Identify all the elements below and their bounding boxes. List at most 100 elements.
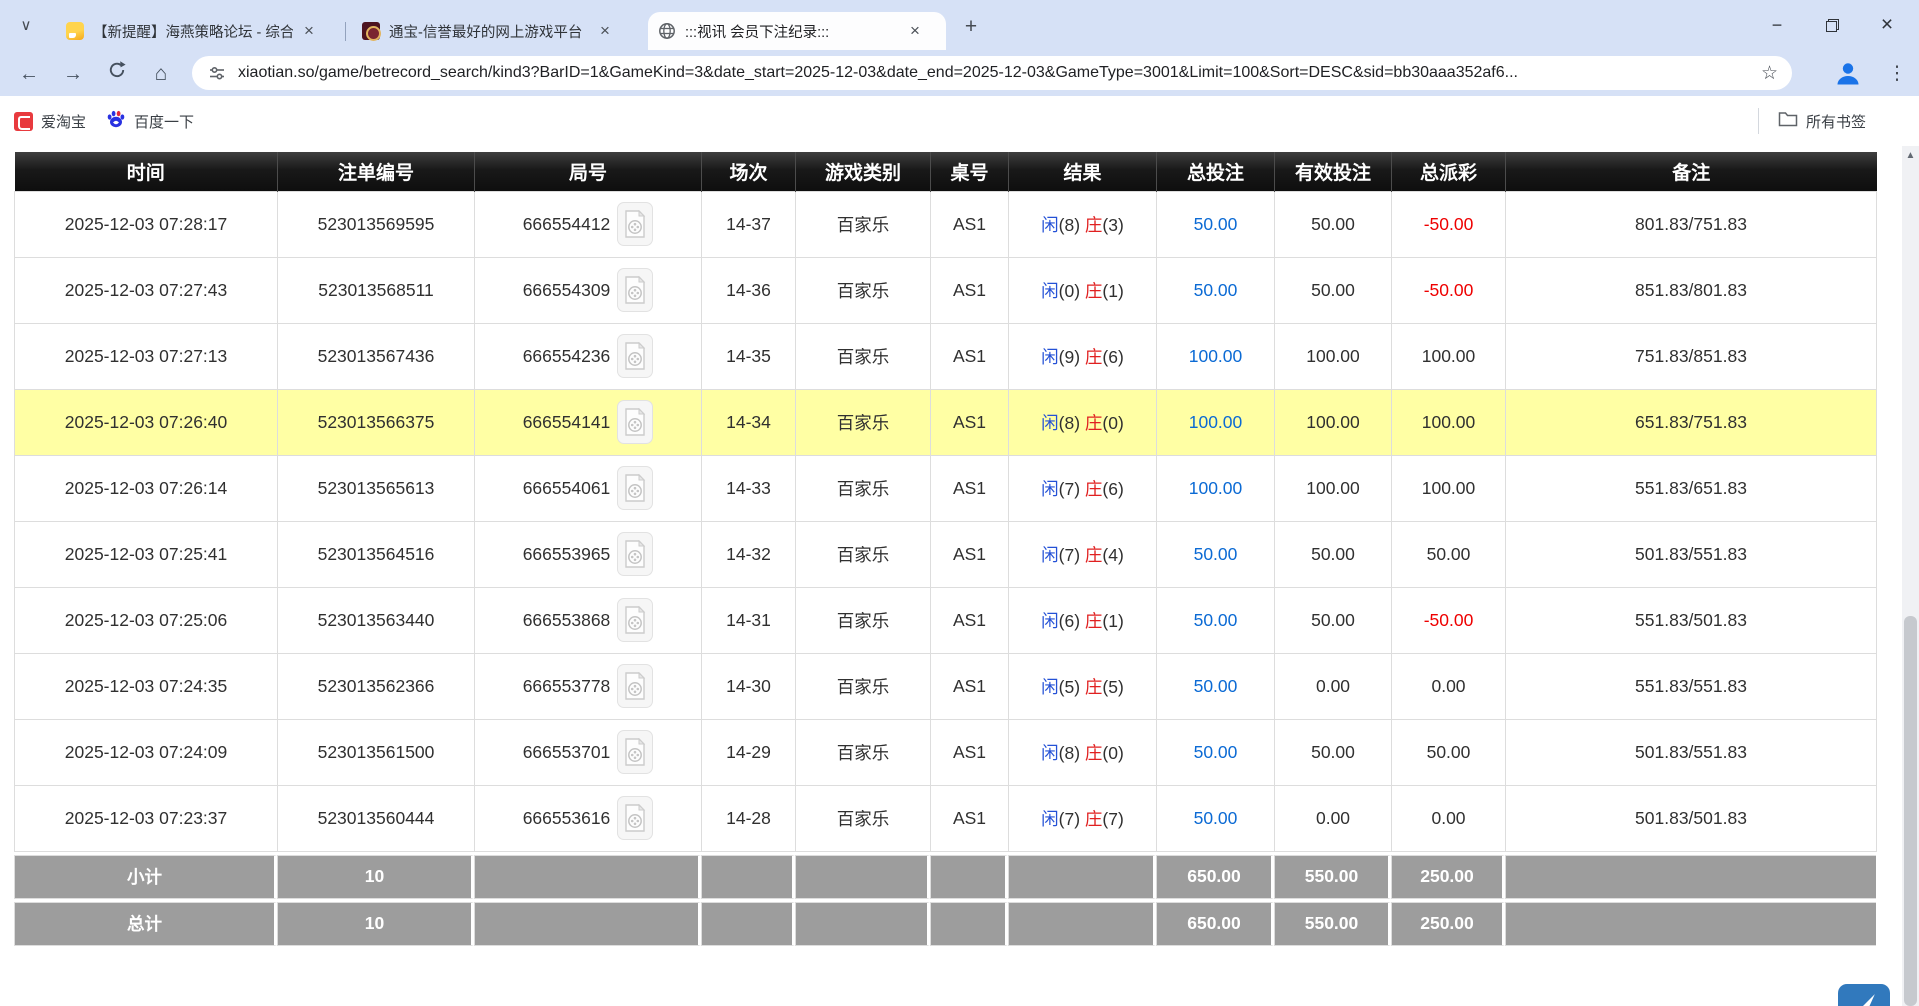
- video-replay-button[interactable]: [617, 730, 653, 774]
- video-replay-button[interactable]: [617, 466, 653, 510]
- video-replay-button[interactable]: [617, 268, 653, 312]
- tab-close-icon[interactable]: ×: [595, 21, 615, 41]
- round-number: 666553965: [523, 544, 611, 565]
- video-replay-button[interactable]: [617, 202, 653, 246]
- cell-round: 666554061: [475, 455, 702, 521]
- film-document-icon: [624, 804, 646, 832]
- cell-valid-bet: 50.00: [1275, 257, 1392, 323]
- video-replay-button[interactable]: [617, 532, 653, 576]
- banker-label: 庄: [1085, 281, 1103, 301]
- summary-cell: 10: [277, 902, 474, 946]
- summary-cell: [1505, 902, 1876, 946]
- video-replay-button[interactable]: [617, 400, 653, 444]
- bookmark-star-icon[interactable]: ☆: [1761, 62, 1778, 85]
- tab-forum[interactable]: 【新提醒】海燕策略论坛 - 综合 ×: [56, 12, 342, 50]
- cell-game-type: 百家乐: [796, 521, 931, 587]
- address-bar[interactable]: xiaotian.so/game/betrecord_search/kind3?…: [192, 56, 1792, 90]
- video-replay-button[interactable]: [617, 334, 653, 378]
- cell-valid-bet: 0.00: [1275, 785, 1392, 851]
- cell-total-bet: 50.00: [1157, 719, 1275, 785]
- video-replay-button[interactable]: [617, 664, 653, 708]
- page-scrollbar[interactable]: ▲: [1902, 146, 1919, 1006]
- bookmark-taobao[interactable]: 爱淘宝: [14, 107, 86, 135]
- tab-close-icon[interactable]: ×: [299, 21, 319, 41]
- player-label: 闲: [1041, 413, 1059, 433]
- cell-time: 2025-12-03 07:24:35: [15, 653, 278, 719]
- tab-tongbao[interactable]: 通宝-信誉最好的网上游戏平台 ×: [352, 12, 634, 50]
- cell-session: 14-34: [702, 389, 796, 455]
- reload-icon: [107, 60, 127, 80]
- scrollbar-thumb[interactable]: [1904, 616, 1917, 1006]
- cell-round: 666554236: [475, 323, 702, 389]
- cell-payout: 0.00: [1392, 785, 1506, 851]
- cell-time: 2025-12-03 07:26:40: [15, 389, 278, 455]
- cell-time: 2025-12-03 07:25:06: [15, 587, 278, 653]
- column-header: 场次: [702, 152, 796, 191]
- banker-label: 庄: [1085, 413, 1103, 433]
- site-settings-icon[interactable]: [208, 64, 226, 82]
- cell-time: 2025-12-03 07:24:09: [15, 719, 278, 785]
- bookmark-baidu[interactable]: 百度一下: [106, 107, 194, 135]
- player-label: 闲: [1041, 545, 1059, 565]
- tab-close-icon[interactable]: ×: [905, 21, 925, 41]
- summary-cell: [1008, 855, 1156, 899]
- film-document-icon: [624, 210, 646, 238]
- window-close-button[interactable]: ×: [1864, 0, 1910, 50]
- film-document-icon: [624, 474, 646, 502]
- table-row[interactable]: 2025-12-03 07:27:13523013567436666554236…: [15, 323, 1877, 389]
- cell-bet-id: 523013567436: [278, 323, 475, 389]
- tab-bet-records-active[interactable]: :::视讯 会员下注纪录::: ×: [648, 12, 946, 50]
- back-button[interactable]: ←: [14, 59, 44, 89]
- home-button[interactable]: ⌂: [146, 59, 176, 89]
- summary-cell: 250.00: [1391, 855, 1505, 899]
- window-minimize-button[interactable]: −: [1754, 0, 1800, 50]
- reload-button[interactable]: [102, 59, 132, 89]
- table-row[interactable]: 2025-12-03 07:26:40523013566375666554141…: [15, 389, 1877, 455]
- summary-cell: [930, 902, 1008, 946]
- cell-game-type: 百家乐: [796, 389, 931, 455]
- cell-bet-id: 523013560444: [278, 785, 475, 851]
- table-row[interactable]: 2025-12-03 07:23:37523013560444666553616…: [15, 785, 1877, 851]
- cell-session: 14-28: [702, 785, 796, 851]
- cell-total-bet: 50.00: [1157, 257, 1275, 323]
- round-number: 666553701: [523, 742, 611, 763]
- cell-valid-bet: 100.00: [1275, 323, 1392, 389]
- cell-result: 闲(7) 庄(4): [1009, 521, 1157, 587]
- cell-time: 2025-12-03 07:27:13: [15, 323, 278, 389]
- back-to-top-button[interactable]: [1838, 984, 1890, 1006]
- bookmarks-divider: [1758, 108, 1759, 134]
- summary-cell: 550.00: [1274, 902, 1391, 946]
- round-number: 666554141: [523, 412, 611, 433]
- cell-result: 闲(8) 庄(0): [1009, 389, 1157, 455]
- table-row[interactable]: 2025-12-03 07:25:06523013563440666553868…: [15, 587, 1877, 653]
- bet-record-table: 时间注单编号局号场次游戏类别桌号结果总投注有效投注总派彩备注 2025-12-0…: [14, 152, 1876, 949]
- cell-payout: 50.00: [1392, 719, 1506, 785]
- all-bookmarks-button[interactable]: 所有书签: [1778, 107, 1866, 135]
- summary-cell: 550.00: [1274, 855, 1391, 899]
- video-replay-button[interactable]: [617, 598, 653, 642]
- new-tab-button[interactable]: +: [958, 15, 984, 41]
- table-row[interactable]: 2025-12-03 07:25:41523013564516666553965…: [15, 521, 1877, 587]
- tab-title: 【新提醒】海燕策略论坛 - 综合: [93, 21, 293, 42]
- summary-cell: [474, 902, 701, 946]
- cell-valid-bet: 100.00: [1275, 455, 1392, 521]
- scrollbar-up-arrow[interactable]: ▲: [1902, 150, 1919, 161]
- cell-result: 闲(5) 庄(5): [1009, 653, 1157, 719]
- table-row[interactable]: 2025-12-03 07:26:14523013565613666554061…: [15, 455, 1877, 521]
- url-text[interactable]: xiaotian.so/game/betrecord_search/kind3?…: [238, 64, 1753, 82]
- profile-avatar[interactable]: [1834, 59, 1862, 87]
- chrome-menu-icon[interactable]: ⋮: [1884, 59, 1910, 89]
- table-row[interactable]: 2025-12-03 07:27:43523013568511666554309…: [15, 257, 1877, 323]
- table-row[interactable]: 2025-12-03 07:24:35523013562366666553778…: [15, 653, 1877, 719]
- tab-search-chevron-icon[interactable]: ∨: [14, 14, 38, 38]
- bookmark-label: 爱淘宝: [41, 111, 86, 132]
- table-row[interactable]: 2025-12-03 07:24:09523013561500666553701…: [15, 719, 1877, 785]
- banker-label: 庄: [1085, 545, 1103, 565]
- video-replay-button[interactable]: [617, 796, 653, 840]
- table-row[interactable]: 2025-12-03 07:28:17523013569595666554412…: [15, 191, 1877, 257]
- forward-button[interactable]: →: [58, 59, 88, 89]
- column-header: 游戏类别: [796, 152, 931, 191]
- window-restore-button[interactable]: [1809, 0, 1855, 50]
- cell-note: 501.83/501.83: [1506, 785, 1877, 851]
- cell-table-code: AS1: [931, 257, 1009, 323]
